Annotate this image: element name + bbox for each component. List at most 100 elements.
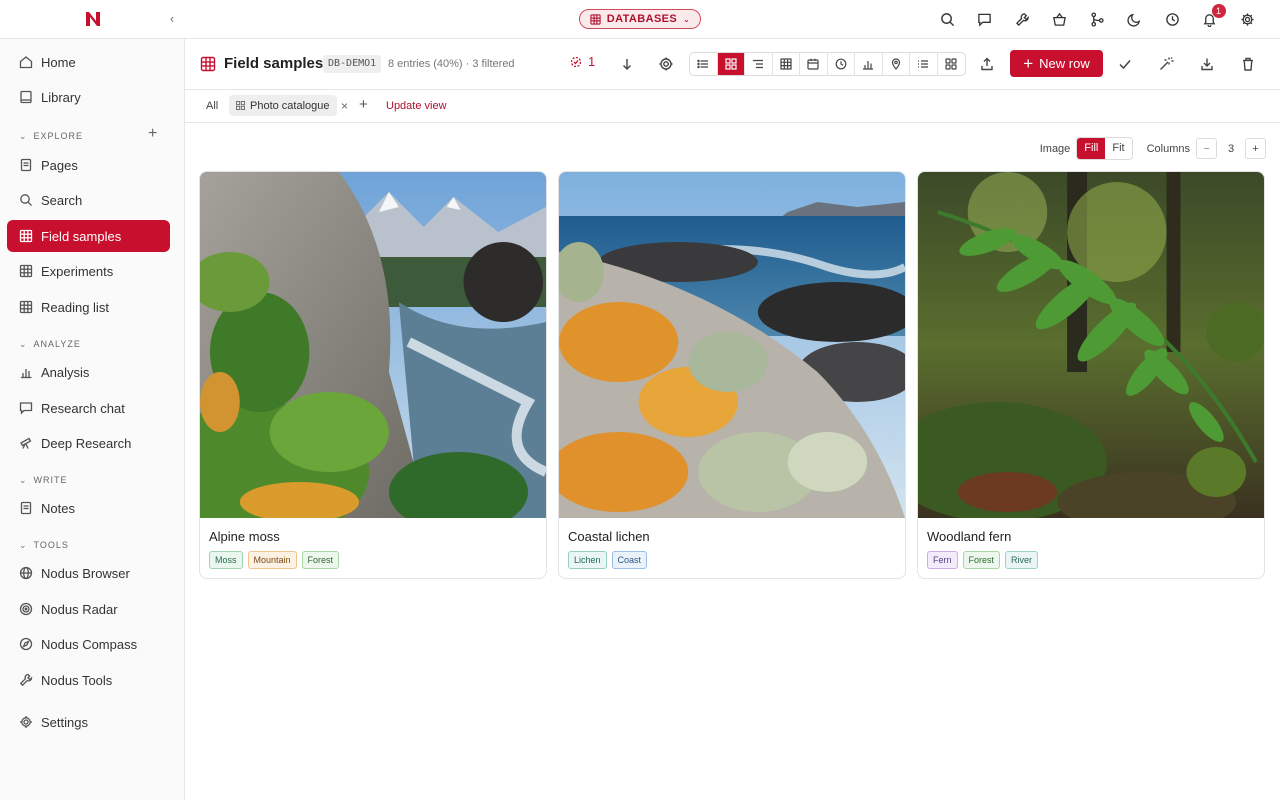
view-switcher bbox=[689, 52, 966, 76]
section-explore[interactable]: ⌄ EXPLORE bbox=[19, 129, 169, 143]
view-chart-button[interactable] bbox=[855, 53, 883, 75]
card-tags: Lichen Coast bbox=[568, 551, 648, 569]
sidebar-item-experiments[interactable]: Experiments bbox=[7, 255, 170, 287]
theme-button[interactable] bbox=[1116, 8, 1154, 30]
sidebar-item-label: Nodus Browser bbox=[41, 565, 130, 581]
sidebar-item-nodus-radar[interactable]: Nodus Radar bbox=[7, 593, 170, 625]
chevron-down-icon: ⌄ bbox=[683, 14, 691, 24]
wrench-icon bbox=[1015, 12, 1029, 26]
tools-button[interactable] bbox=[1004, 8, 1042, 30]
view-map-button[interactable] bbox=[883, 53, 910, 75]
new-row-button[interactable]: + New row bbox=[1010, 50, 1103, 77]
close-tab-icon[interactable]: × bbox=[341, 99, 348, 113]
search-button[interactable] bbox=[929, 8, 967, 30]
tag-badge[interactable]: Forest bbox=[301, 551, 340, 569]
git-button[interactable] bbox=[1079, 8, 1117, 30]
tag-badge[interactable]: Fern bbox=[927, 551, 958, 569]
chevron-down-icon: ⌄ bbox=[19, 474, 28, 485]
update-view-link[interactable]: Update view bbox=[386, 100, 447, 112]
card-title: Alpine moss bbox=[209, 529, 280, 544]
view-outline-button[interactable] bbox=[745, 53, 773, 75]
tag-badge[interactable]: Moss bbox=[209, 551, 243, 569]
section-analyze[interactable]: ⌄ ANALYZE bbox=[19, 337, 169, 351]
database-header: Field samples DB-DEMO1 8 entries (40%) ·… bbox=[185, 39, 1280, 90]
radar-icon bbox=[19, 602, 33, 616]
history-button[interactable] bbox=[1154, 8, 1192, 30]
gallery-icon bbox=[725, 58, 737, 70]
main-content: Field samples DB-DEMO1 8 entries (40%) ·… bbox=[185, 39, 1280, 800]
collapse-sidebar-icon[interactable]: ‹ bbox=[164, 10, 180, 28]
sidebar-item-research-chat[interactable]: Research chat bbox=[7, 392, 170, 424]
view-calendar-button[interactable] bbox=[800, 53, 828, 75]
upload-icon[interactable] bbox=[979, 56, 995, 72]
tag-badge[interactable]: Lichen bbox=[568, 551, 607, 569]
section-tools[interactable]: ⌄ TOOLS bbox=[19, 538, 169, 552]
view-gallery-button[interactable] bbox=[717, 53, 745, 75]
app-logo[interactable] bbox=[84, 10, 102, 28]
sidebar-item-analysis[interactable]: Analysis bbox=[7, 356, 170, 388]
sidebar-item-reading-list[interactable]: Reading list bbox=[7, 291, 170, 323]
view-board-button[interactable] bbox=[938, 53, 966, 75]
magic-wand-icon[interactable] bbox=[1158, 56, 1174, 72]
view-list-button[interactable] bbox=[690, 53, 718, 75]
sidebar-item-label: Experiments bbox=[41, 263, 114, 279]
sidebar-item-home[interactable]: Home bbox=[7, 46, 170, 78]
section-write[interactable]: ⌄ WRITE bbox=[19, 473, 169, 487]
sidebar-item-pages[interactable]: Pages bbox=[7, 149, 170, 181]
sidebar-item-notes[interactable]: Notes bbox=[7, 492, 170, 524]
gallery-card[interactable]: Alpine moss Moss Mountain Forest bbox=[199, 171, 547, 579]
image-fit-button[interactable]: Fit bbox=[1105, 138, 1131, 159]
filter-button[interactable]: 1 bbox=[570, 54, 595, 69]
tab-photo-catalogue[interactable]: Photo catalogue bbox=[229, 95, 337, 116]
settings-button[interactable] bbox=[1229, 8, 1267, 30]
gear-icon[interactable] bbox=[658, 56, 674, 72]
sidebar-item-nodus-browser[interactable]: Nodus Browser bbox=[7, 557, 170, 589]
filter-count: 1 bbox=[588, 54, 596, 69]
basket-icon bbox=[1053, 12, 1067, 26]
add-view-button[interactable]: + bbox=[359, 96, 368, 113]
image-fill-button[interactable]: Fill bbox=[1077, 138, 1106, 159]
sidebar-item-field-samples[interactable]: Field samples bbox=[7, 220, 170, 252]
tag-badge[interactable]: Coast bbox=[611, 551, 648, 569]
sort-icon[interactable] bbox=[619, 56, 635, 72]
view-table-button[interactable] bbox=[773, 53, 800, 75]
home-icon bbox=[19, 56, 33, 69]
sidebar-item-settings[interactable]: Settings bbox=[7, 706, 170, 738]
chevron-down-icon: ⌄ bbox=[19, 338, 28, 349]
databases-pill[interactable]: DATABASES ⌄ bbox=[579, 9, 701, 29]
add-page-button[interactable]: + bbox=[148, 125, 157, 143]
sidebar-item-deep-research[interactable]: Deep Research bbox=[7, 427, 170, 459]
gallery-card[interactable]: Woodland fern Fern Forest River bbox=[917, 171, 1265, 579]
sidebar-item-nodus-tools[interactable]: Nodus Tools bbox=[7, 664, 170, 696]
view-checklist-button[interactable] bbox=[910, 53, 938, 75]
tag-badge[interactable]: River bbox=[1005, 551, 1039, 569]
columns-increment-button[interactable]: + bbox=[1245, 138, 1266, 159]
outline-icon bbox=[753, 59, 764, 69]
basket-button[interactable] bbox=[1041, 8, 1079, 30]
gallery-card[interactable]: Coastal lichen Lichen Coast bbox=[558, 171, 906, 579]
sidebar-item-label: Nodus Radar bbox=[41, 601, 118, 617]
database-id-badge[interactable]: DB-DEMO1 bbox=[323, 55, 382, 73]
check-icon[interactable] bbox=[1117, 56, 1133, 72]
sidebar-item-nodus-compass[interactable]: Nodus Compass bbox=[7, 628, 170, 660]
entries-summary: 8 entries (40%) · 3 filtered bbox=[388, 58, 515, 70]
view-timeline-button[interactable] bbox=[828, 53, 855, 75]
plus-icon: + bbox=[1023, 54, 1034, 73]
tab-all[interactable]: All bbox=[206, 100, 218, 112]
columns-value: 3 bbox=[1227, 142, 1235, 155]
sidebar-item-search[interactable]: Search bbox=[7, 184, 170, 216]
sidebar-item-library[interactable]: Library bbox=[7, 81, 170, 113]
chat-icon bbox=[978, 13, 992, 27]
branch-icon bbox=[1091, 11, 1104, 27]
trash-icon[interactable] bbox=[1240, 56, 1256, 72]
table-icon bbox=[19, 300, 33, 314]
download-icon[interactable] bbox=[1199, 56, 1215, 72]
columns-decrement-button[interactable]: − bbox=[1196, 138, 1217, 159]
tag-badge[interactable]: Mountain bbox=[247, 551, 297, 569]
chat-button[interactable] bbox=[966, 8, 1004, 30]
note-icon bbox=[20, 501, 32, 515]
notifications-button[interactable]: 1 bbox=[1191, 4, 1229, 30]
grid-icon bbox=[590, 13, 601, 25]
columns-stepper: − 3 + bbox=[1196, 138, 1266, 159]
tag-badge[interactable]: Forest bbox=[962, 551, 1001, 569]
